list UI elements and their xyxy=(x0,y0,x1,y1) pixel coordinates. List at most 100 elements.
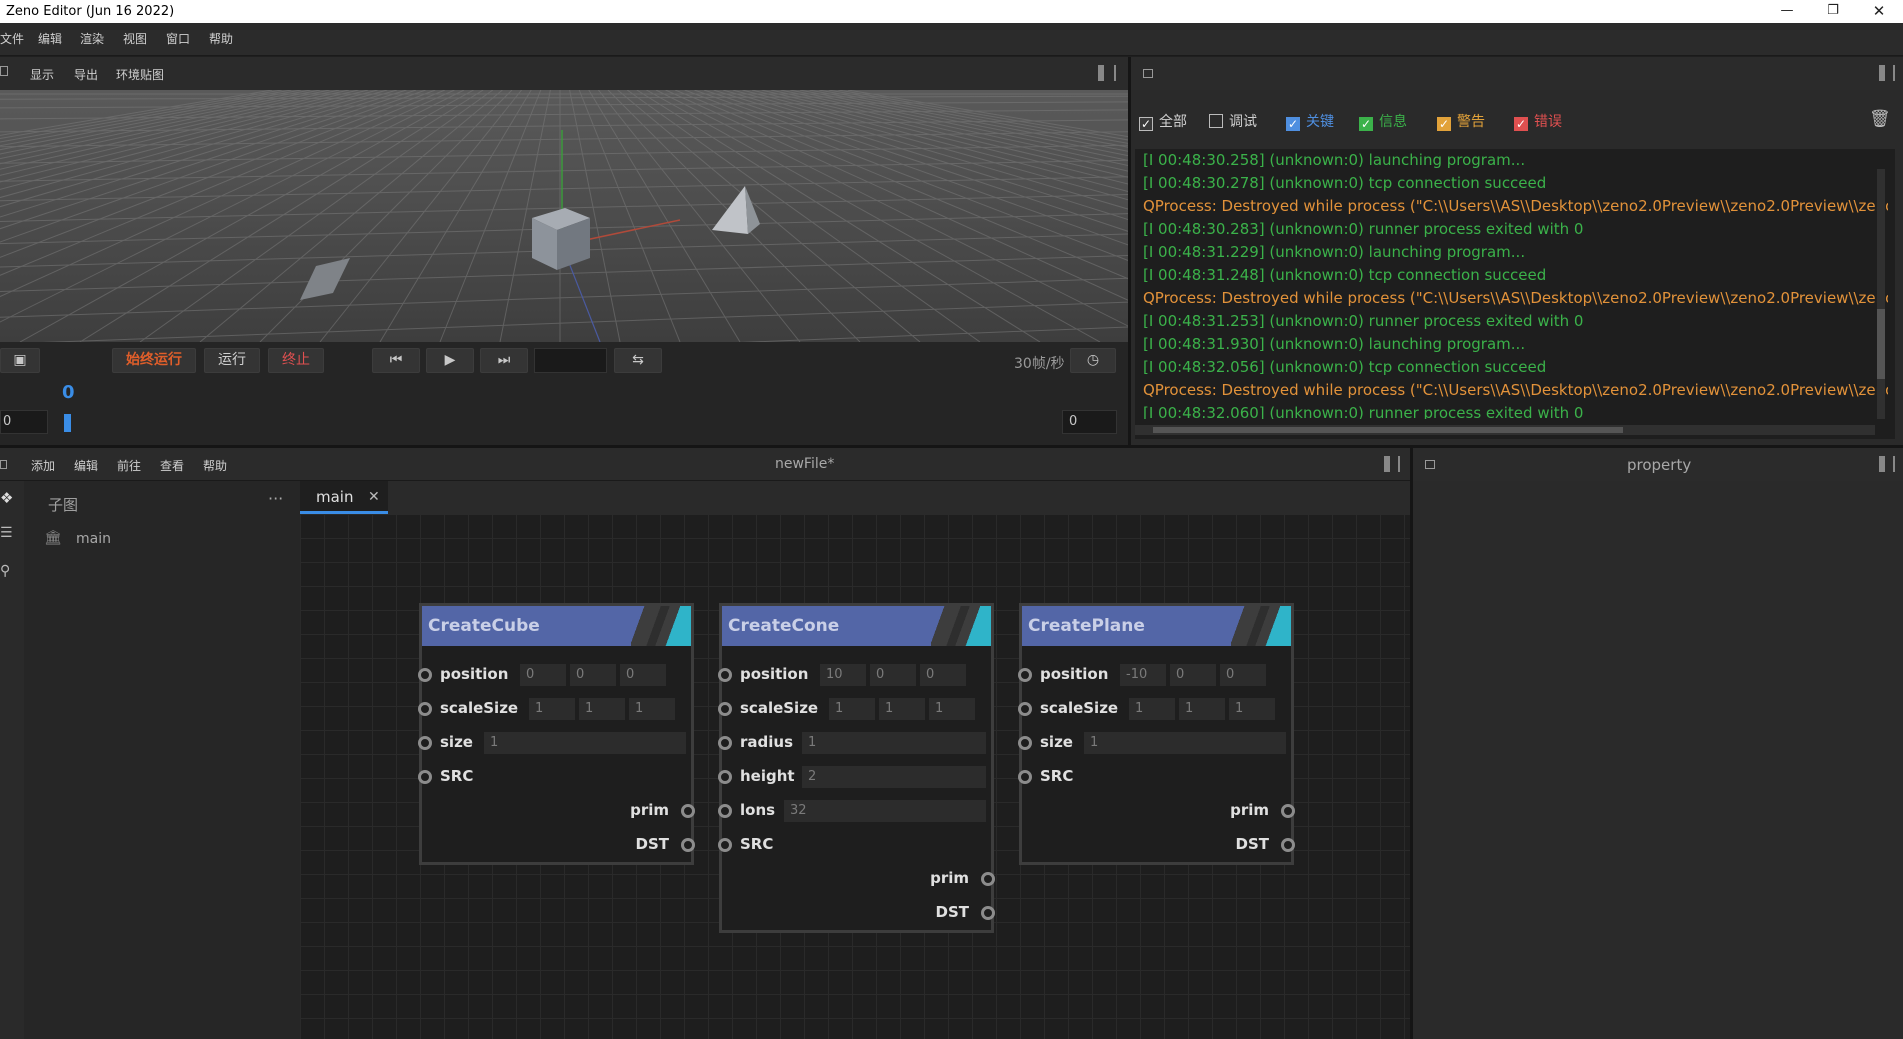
viewport-menu-envmap[interactable]: 环境贴图 xyxy=(116,66,164,83)
value-field[interactable]: 1 xyxy=(484,732,686,754)
value-field[interactable]: -10 xyxy=(1120,664,1166,686)
log-output[interactable]: [I 00:48:30.258] (unknown:0) launching p… xyxy=(1135,149,1895,439)
log-filter-5[interactable]: ✓ 错误 xyxy=(1514,111,1562,133)
output-socket[interactable] xyxy=(681,838,695,852)
checkbox-icon[interactable]: ✓ xyxy=(1359,117,1373,131)
value-field[interactable]: 2 xyxy=(802,766,986,788)
log-filter-3[interactable]: ✓ 信息 xyxy=(1359,111,1407,133)
value-field[interactable]: 0 xyxy=(570,664,616,686)
dock-icon[interactable] xyxy=(1143,69,1153,78)
log-vscrollbar[interactable] xyxy=(1877,169,1885,419)
loop-icon[interactable]: ⇆ xyxy=(614,348,662,373)
input-socket[interactable] xyxy=(1018,770,1032,784)
node-status-toggles[interactable] xyxy=(931,606,991,646)
trash-icon[interactable]: 🗑 xyxy=(1869,109,1891,129)
input-socket[interactable] xyxy=(1018,736,1032,750)
input-socket[interactable] xyxy=(418,668,432,682)
subgraph-item-main[interactable]: 🏛 main xyxy=(44,527,284,553)
dock-icon[interactable] xyxy=(0,66,8,76)
node-title[interactable]: CreateCube xyxy=(422,606,691,646)
value-field[interactable]: 1 xyxy=(1229,698,1275,720)
value-field[interactable]: 1 xyxy=(579,698,625,720)
timeline-cursor[interactable] xyxy=(64,414,71,432)
menu-file[interactable]: 文件 xyxy=(0,23,24,56)
dock-icon[interactable] xyxy=(1425,460,1435,469)
value-field[interactable]: 1 xyxy=(1179,698,1225,720)
more-options-icon[interactable]: ··· xyxy=(268,489,283,508)
value-field[interactable]: 1 xyxy=(529,698,575,720)
value-field[interactable]: 0 xyxy=(520,664,566,686)
checkbox-icon[interactable]: ✓ xyxy=(1139,117,1153,131)
log-filter-1[interactable]: 调试 xyxy=(1209,111,1257,133)
input-socket[interactable] xyxy=(718,804,732,818)
viewport-menu-display[interactable]: 显示 xyxy=(30,66,54,83)
layout-icon[interactable] xyxy=(1879,65,1895,81)
log-filter-4[interactable]: ✓ 警告 xyxy=(1437,111,1485,133)
layout-icon[interactable] xyxy=(1098,65,1116,81)
start-frame-input[interactable]: 0 xyxy=(0,410,48,434)
log-filter-2[interactable]: ✓ 关键 xyxy=(1286,111,1334,133)
value-field[interactable]: 1 xyxy=(929,698,975,720)
screenshot-icon[interactable]: ▣ xyxy=(0,348,40,373)
3d-viewport[interactable] xyxy=(0,90,1128,342)
restore-button[interactable]: ❐ xyxy=(1810,0,1856,23)
skip-forward-icon[interactable]: ⏭ xyxy=(480,348,528,373)
node-title[interactable]: CreatePlane xyxy=(1022,606,1291,646)
run-button[interactable]: 运行 xyxy=(204,348,260,373)
output-socket[interactable] xyxy=(1281,804,1295,818)
value-field[interactable]: 0 xyxy=(920,664,966,686)
input-socket[interactable] xyxy=(1018,668,1032,682)
tab-main[interactable]: main ✕ xyxy=(300,481,388,514)
editor-menu-edit[interactable]: 编辑 xyxy=(74,457,98,474)
output-socket[interactable] xyxy=(681,804,695,818)
value-field[interactable]: 1 xyxy=(879,698,925,720)
frame-input[interactable] xyxy=(534,348,607,373)
menu-render[interactable]: 渲染 xyxy=(80,23,104,56)
value-field[interactable]: 1 xyxy=(629,698,675,720)
checkbox-icon[interactable]: ✓ xyxy=(1437,117,1451,131)
input-socket[interactable] xyxy=(418,736,432,750)
value-field[interactable]: 0 xyxy=(1170,664,1216,686)
input-socket[interactable] xyxy=(718,770,732,784)
input-socket[interactable] xyxy=(1018,702,1032,716)
editor-menu-add[interactable]: 添加 xyxy=(31,457,55,474)
node-createcube[interactable]: CreateCube position 0 0 0 scaleSize 1 1 1 size 1 SR… xyxy=(418,603,695,865)
input-socket[interactable] xyxy=(718,668,732,682)
node-title[interactable]: CreateCone xyxy=(722,606,991,646)
value-field[interactable]: 0 xyxy=(620,664,666,686)
tree-icon[interactable]: ☰ xyxy=(0,525,13,541)
input-socket[interactable] xyxy=(718,736,732,750)
log-filter-0[interactable]: ✓ 全部 xyxy=(1139,111,1187,133)
checkbox-icon[interactable] xyxy=(1209,114,1223,128)
value-field[interactable]: 32 xyxy=(784,800,986,822)
dock-icon[interactable] xyxy=(0,460,7,469)
value-field[interactable]: 1 xyxy=(802,732,986,754)
value-field[interactable]: 1 xyxy=(1129,698,1175,720)
value-field[interactable]: 10 xyxy=(820,664,866,686)
output-socket[interactable] xyxy=(981,872,995,886)
log-hscrollbar[interactable] xyxy=(1135,425,1875,435)
value-field[interactable]: 1 xyxy=(1084,732,1286,754)
always-run-button[interactable]: 始终运行 xyxy=(112,348,196,373)
end-frame-input[interactable]: 0 xyxy=(1062,410,1117,434)
editor-menu-help[interactable]: 帮助 xyxy=(203,457,227,474)
clock-icon[interactable]: ◷ xyxy=(1070,348,1116,373)
viewport-menu-export[interactable]: 导出 xyxy=(74,66,98,83)
menu-view[interactable]: 视图 xyxy=(123,23,147,56)
close-icon[interactable]: ✕ xyxy=(368,489,380,505)
output-socket[interactable] xyxy=(981,906,995,920)
value-field[interactable]: 0 xyxy=(870,664,916,686)
node-createplane[interactable]: CreatePlane position -10 0 0 scaleSize 1 1 1 size… xyxy=(1018,603,1295,865)
output-socket[interactable] xyxy=(1281,838,1295,852)
value-field[interactable]: 0 xyxy=(1220,664,1266,686)
close-button[interactable]: ✕ xyxy=(1856,0,1902,23)
layout-icon[interactable] xyxy=(1879,456,1895,472)
node-createcone[interactable]: CreateCone position 10 0 0 scaleSize 1 1 1 radius… xyxy=(718,603,995,933)
editor-menu-goto[interactable]: 前往 xyxy=(117,457,141,474)
search-icon[interactable]: ⚲ xyxy=(0,563,10,579)
checkbox-icon[interactable]: ✓ xyxy=(1514,117,1528,131)
nodes-icon[interactable]: ❖ xyxy=(0,489,13,507)
editor-menu-view[interactable]: 查看 xyxy=(160,457,184,474)
value-field[interactable]: 1 xyxy=(829,698,875,720)
menu-edit[interactable]: 编辑 xyxy=(38,23,62,56)
